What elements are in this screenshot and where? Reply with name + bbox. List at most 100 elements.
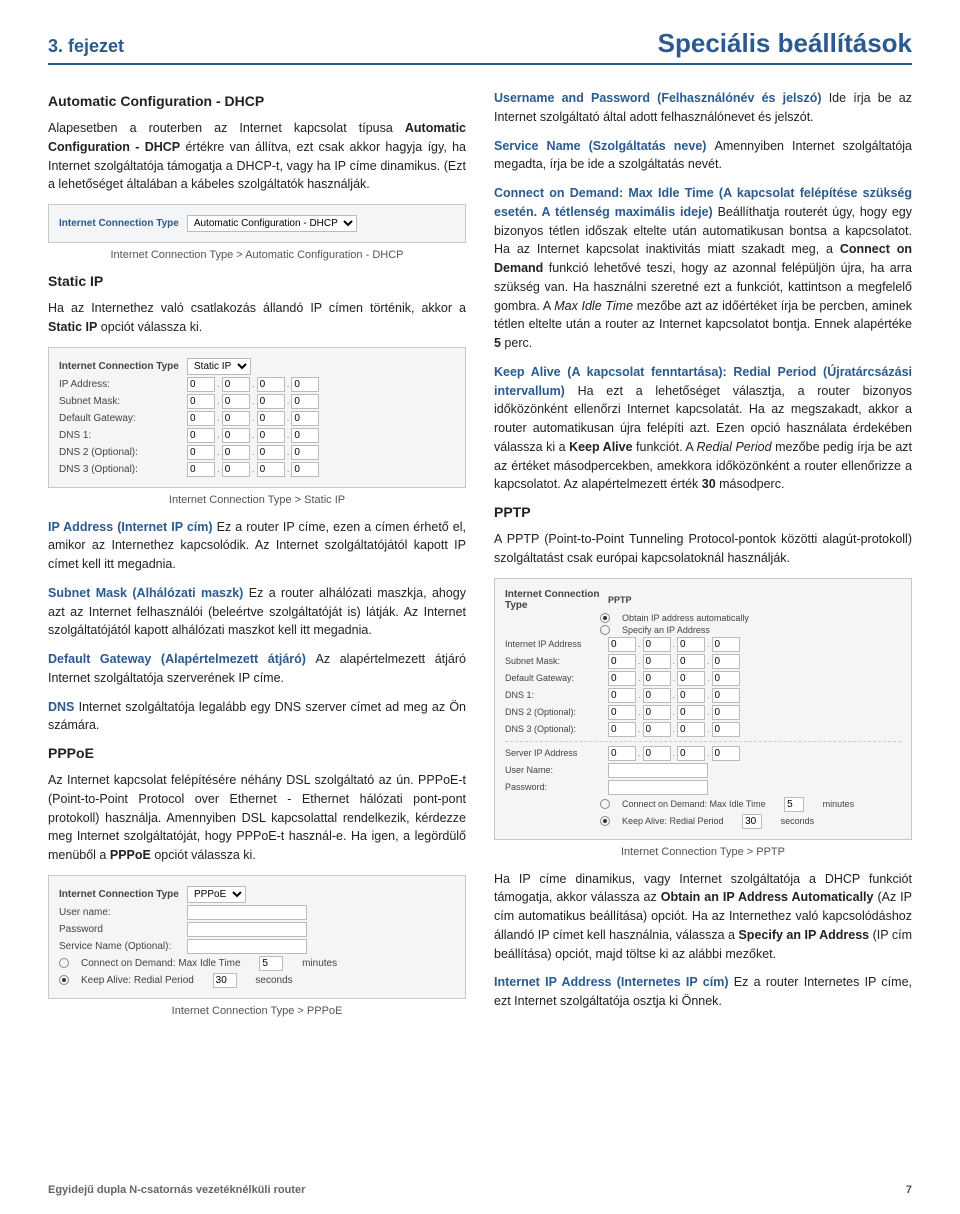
ip-octet[interactable]: [257, 428, 285, 443]
ip-octet[interactable]: [187, 428, 215, 443]
label: PPTP: [608, 595, 632, 605]
ip-octet[interactable]: [608, 671, 636, 686]
screenshot-pptp: Internet Connection Type PPTP Obtain IP …: [494, 578, 912, 840]
heading-pppoe: PPPoE: [48, 745, 466, 761]
ip-octet[interactable]: [187, 377, 215, 392]
ip-octet[interactable]: [712, 722, 740, 737]
screenshot-static-ip: Internet Connection Type Static IP IP Ad…: [48, 347, 466, 488]
label: seconds: [255, 975, 292, 986]
field-label: User Name:: [505, 765, 600, 775]
ip-octet[interactable]: [677, 722, 705, 737]
radio-keep-alive[interactable]: [600, 816, 610, 826]
radio-specify-ip[interactable]: [600, 625, 610, 635]
radio-connect-on-demand[interactable]: [59, 958, 69, 968]
ip-octet[interactable]: [712, 688, 740, 703]
ip-octet[interactable]: [222, 377, 250, 392]
caption: Internet Connection Type > PPTP: [494, 846, 912, 858]
idle-time-input[interactable]: [784, 797, 804, 812]
ip-octet[interactable]: [677, 637, 705, 652]
ip-octet[interactable]: [643, 722, 671, 737]
field-label: DNS 1:: [59, 430, 179, 441]
ip-octet[interactable]: [643, 654, 671, 669]
paragraph: Alapesetben a routerben az Internet kapc…: [48, 119, 466, 194]
ip-octet[interactable]: [608, 746, 636, 761]
password-input[interactable]: [608, 780, 708, 795]
redial-period-input[interactable]: [742, 814, 762, 829]
ip-octet[interactable]: [222, 462, 250, 477]
ip-octet[interactable]: [257, 377, 285, 392]
redial-period-input[interactable]: [213, 973, 237, 988]
field-label: Subnet Mask:: [505, 656, 600, 666]
ip-octet[interactable]: [677, 688, 705, 703]
ip-octet[interactable]: [291, 394, 319, 409]
paragraph: Subnet Mask (Alhálózati maszk) Ez a rout…: [48, 584, 466, 640]
password-input[interactable]: [187, 922, 307, 937]
radio-connect-on-demand[interactable]: [600, 799, 610, 809]
label: Connect on Demand: Max Idle Time: [622, 799, 766, 809]
ip-octet[interactable]: [187, 411, 215, 426]
ip-octet[interactable]: [608, 722, 636, 737]
field-label: Subnet Mask:: [59, 396, 179, 407]
radio-keep-alive[interactable]: [59, 975, 69, 985]
connection-type-select[interactable]: Automatic Configuration - DHCP: [187, 215, 357, 232]
label: Specify an IP Address: [622, 625, 710, 635]
ip-octet[interactable]: [677, 671, 705, 686]
heading-pptp: PPTP: [494, 504, 912, 520]
connection-type-select[interactable]: PPPoE: [187, 886, 246, 903]
idle-time-input[interactable]: [259, 956, 283, 971]
ip-octet[interactable]: [677, 705, 705, 720]
ip-octet[interactable]: [291, 377, 319, 392]
ip-octet[interactable]: [643, 705, 671, 720]
ip-octet[interactable]: [187, 445, 215, 460]
ip-octet[interactable]: [257, 411, 285, 426]
ip-octet[interactable]: [608, 637, 636, 652]
service-name-input[interactable]: [187, 939, 307, 954]
page-title: Speciális beállítások: [658, 28, 912, 59]
ip-octet[interactable]: [257, 462, 285, 477]
ip-octet[interactable]: [643, 746, 671, 761]
ip-octet[interactable]: [608, 705, 636, 720]
ip-octet[interactable]: [643, 688, 671, 703]
ip-octet[interactable]: [677, 746, 705, 761]
ip-octet[interactable]: [222, 411, 250, 426]
ip-octet[interactable]: [643, 637, 671, 652]
ip-octet[interactable]: [222, 445, 250, 460]
label: seconds: [781, 816, 815, 826]
screenshot-pppoe: Internet Connection Type PPPoE User name…: [48, 875, 466, 999]
ip-octet[interactable]: [291, 445, 319, 460]
heading-static-ip: Static IP: [48, 273, 466, 289]
shot-label: Internet Connection Type: [505, 589, 600, 611]
field-label: DNS 2 (Optional):: [505, 707, 600, 717]
field-label: Default Gateway:: [59, 413, 179, 424]
ip-octet[interactable]: [608, 688, 636, 703]
username-input[interactable]: [608, 763, 708, 778]
ip-octet[interactable]: [291, 411, 319, 426]
ip-octet[interactable]: [712, 671, 740, 686]
shot-label: Internet Connection Type: [59, 218, 179, 229]
screenshot-dhcp: Internet Connection Type Automatic Confi…: [48, 204, 466, 243]
page-number: 7: [906, 1184, 912, 1196]
ip-octet[interactable]: [257, 445, 285, 460]
ip-octet[interactable]: [712, 746, 740, 761]
ip-octet[interactable]: [677, 654, 705, 669]
paragraph: Keep Alive (A kapcsolat fenntartása): Re…: [494, 363, 912, 494]
radio-obtain-auto[interactable]: [600, 613, 610, 623]
field-label: IP Address:: [59, 379, 179, 390]
ip-octet[interactable]: [643, 671, 671, 686]
ip-octet[interactable]: [712, 637, 740, 652]
ip-octet[interactable]: [291, 428, 319, 443]
paragraph: DNS Internet szolgáltatója legalább egy …: [48, 698, 466, 736]
connection-type-select[interactable]: Static IP: [187, 358, 251, 375]
paragraph: Username and Password (Felhasználónév és…: [494, 89, 912, 127]
field-label: Default Gateway:: [505, 673, 600, 683]
ip-octet[interactable]: [187, 394, 215, 409]
username-input[interactable]: [187, 905, 307, 920]
ip-octet[interactable]: [222, 394, 250, 409]
ip-octet[interactable]: [712, 654, 740, 669]
ip-octet[interactable]: [712, 705, 740, 720]
ip-octet[interactable]: [291, 462, 319, 477]
ip-octet[interactable]: [608, 654, 636, 669]
ip-octet[interactable]: [222, 428, 250, 443]
ip-octet[interactable]: [257, 394, 285, 409]
ip-octet[interactable]: [187, 462, 215, 477]
